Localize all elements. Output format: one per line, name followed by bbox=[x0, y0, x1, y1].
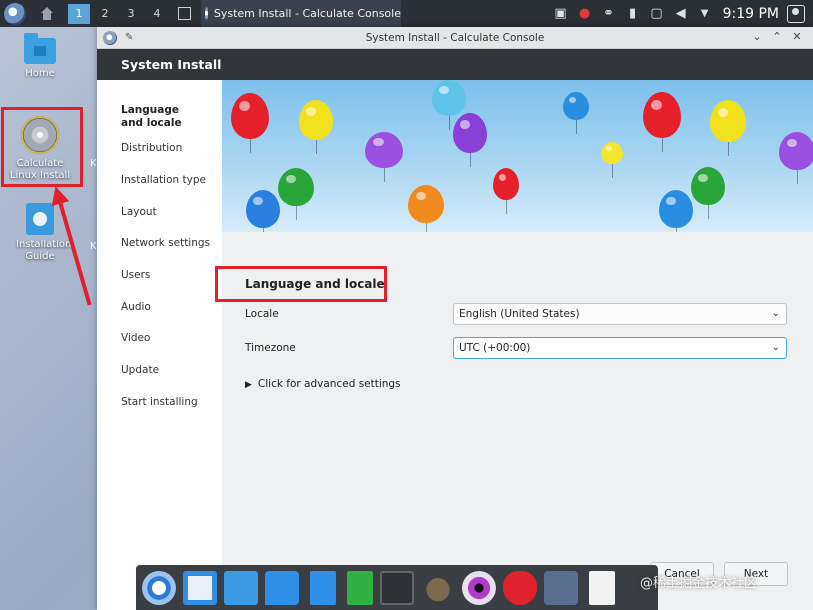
application-dock bbox=[136, 565, 658, 610]
close-icon[interactable]: ✕ bbox=[787, 30, 807, 43]
balloon bbox=[246, 190, 280, 232]
volume-icon[interactable]: ◀ bbox=[669, 0, 693, 27]
chromium-icon[interactable] bbox=[142, 570, 176, 605]
minimize-icon[interactable]: ⌄ bbox=[747, 30, 767, 43]
display-icon[interactable]: ▢ bbox=[645, 0, 669, 27]
advanced-settings-toggle[interactable]: ▶ Click for advanced settings bbox=[245, 378, 401, 390]
maximize-icon[interactable]: ⌃ bbox=[767, 30, 787, 43]
sidebar-item-layout[interactable]: Layout bbox=[97, 206, 157, 219]
balloon bbox=[299, 100, 333, 154]
desktop-icon-home[interactable]: Home bbox=[2, 33, 78, 80]
locale-value: English (United States) bbox=[459, 308, 580, 320]
highlight-box-install-icon bbox=[1, 107, 83, 187]
calculator-icon[interactable] bbox=[380, 570, 414, 605]
window-titlebar[interactable]: ✎ System Install - Calculate Console ⌄ ⌃… bbox=[97, 27, 813, 49]
window-title: System Install - Calculate Console bbox=[365, 31, 545, 44]
balloon bbox=[710, 100, 746, 156]
show-desktop-icon[interactable] bbox=[178, 7, 191, 20]
expand-triangle-icon: ▶ bbox=[245, 380, 252, 390]
page-title: System Install bbox=[97, 49, 813, 80]
desktop-icon-label: Installation Guide bbox=[16, 239, 72, 262]
spreadsheet-icon[interactable] bbox=[347, 570, 373, 605]
document-icon[interactable] bbox=[310, 570, 336, 605]
partial-desktop-label: K bbox=[90, 158, 97, 169]
timezone-select[interactable]: UTC (+00:00) ⌄ bbox=[453, 337, 787, 359]
balloon bbox=[779, 132, 813, 184]
system-tray: ▣ ● ⚭ ▮ ▢ ◀ ▼ 9:19 PM bbox=[549, 0, 813, 27]
pin-icon[interactable]: ✎ bbox=[125, 32, 133, 43]
timezone-value: UTC (+00:00) bbox=[459, 342, 531, 354]
balloon bbox=[691, 167, 725, 219]
sidebar-item-network-settings[interactable]: Network settings bbox=[97, 237, 210, 250]
sidebar-item-distribution[interactable]: Distribution bbox=[97, 142, 182, 155]
window-controls: ⌄ ⌃ ✕ bbox=[747, 30, 807, 43]
usb-drive-icon[interactable]: ▮ bbox=[621, 0, 645, 27]
taskbar-item-label: System Install - Calculate Console bbox=[213, 7, 401, 20]
balloons-banner-image bbox=[222, 80, 813, 232]
clock[interactable]: 9:19 PM bbox=[723, 6, 779, 22]
desktop-switch-4[interactable]: 4 bbox=[146, 4, 168, 24]
timezone-label: Timezone bbox=[245, 342, 296, 354]
sidebar-item-audio[interactable]: Audio bbox=[97, 301, 151, 314]
section-title: Language and locale bbox=[245, 277, 385, 291]
balloon bbox=[432, 80, 466, 130]
update-strawberry-icon[interactable]: ● bbox=[573, 0, 597, 27]
sidebar-item-start-installing[interactable]: Start installing bbox=[97, 396, 198, 409]
sidebar-item-video[interactable]: Video bbox=[97, 332, 150, 345]
home-folder-icon bbox=[24, 33, 56, 64]
sidebar-item-users[interactable]: Users bbox=[97, 269, 150, 282]
partial-desktop-label: K bbox=[90, 241, 97, 252]
advanced-settings-label: Click for advanced settings bbox=[257, 378, 401, 390]
top-panel: 1 2 3 4 System Install - Calculate Conso… bbox=[0, 0, 813, 27]
messenger-icon[interactable] bbox=[265, 570, 299, 605]
application-launcher-icon[interactable] bbox=[4, 2, 26, 25]
desktop-switch-2[interactable]: 2 bbox=[94, 4, 116, 24]
system-install-window: ✎ System Install - Calculate Console ⌄ ⌃… bbox=[97, 27, 813, 610]
network-icon[interactable]: ⚭ bbox=[597, 0, 621, 27]
gimp-icon[interactable] bbox=[421, 570, 455, 605]
desktop-switch-3[interactable]: 3 bbox=[120, 4, 142, 24]
strawberry-icon[interactable] bbox=[503, 570, 537, 605]
balloon bbox=[493, 168, 519, 214]
sidebar-item-language-locale[interactable]: Language and locale bbox=[97, 104, 201, 130]
balloon bbox=[231, 93, 269, 153]
sidebar-item-update[interactable]: Update bbox=[97, 364, 159, 377]
balloon bbox=[278, 168, 314, 220]
chevron-down-icon: ⌄ bbox=[771, 342, 780, 353]
guide-document-icon bbox=[26, 203, 54, 235]
install-steps-sidebar: Language and locale Distribution Install… bbox=[97, 80, 222, 610]
locale-select[interactable]: English (United States) ⌄ bbox=[453, 303, 787, 325]
home-icon[interactable] bbox=[40, 6, 54, 21]
locale-label: Locale bbox=[245, 308, 279, 320]
sidebar-item-installation-type[interactable]: Installation type bbox=[97, 174, 206, 187]
balloon bbox=[563, 92, 589, 134]
main-content: Language and locale Locale English (Unit… bbox=[215, 80, 813, 610]
desktop-switch-1[interactable]: 1 bbox=[68, 3, 90, 24]
desktop-icon-label: Home bbox=[25, 68, 55, 79]
balloon bbox=[643, 92, 681, 152]
clipboard-icon[interactable]: ▣ bbox=[549, 0, 573, 27]
remote-desktop-icon[interactable] bbox=[224, 570, 258, 605]
calculate-console-icon bbox=[205, 5, 208, 22]
window-app-icon[interactable] bbox=[103, 30, 117, 45]
balloon bbox=[408, 185, 444, 232]
balloon bbox=[453, 113, 487, 167]
user-switch-icon[interactable] bbox=[787, 4, 805, 23]
taskbar-item-system-install[interactable]: System Install - Calculate Console bbox=[201, 0, 401, 27]
text-editor-icon[interactable] bbox=[589, 570, 615, 605]
settings-tools-icon[interactable] bbox=[544, 570, 578, 605]
eye-of-gnome-icon[interactable] bbox=[462, 570, 496, 605]
balloon bbox=[659, 190, 693, 232]
watermark: @稀土掘金技术社区 bbox=[640, 576, 758, 591]
mail-icon[interactable] bbox=[183, 570, 217, 605]
balloon bbox=[365, 132, 403, 182]
balloon bbox=[601, 142, 623, 178]
chevron-down-icon: ⌄ bbox=[771, 308, 780, 319]
expand-arrow-icon[interactable]: ▼ bbox=[693, 0, 717, 27]
